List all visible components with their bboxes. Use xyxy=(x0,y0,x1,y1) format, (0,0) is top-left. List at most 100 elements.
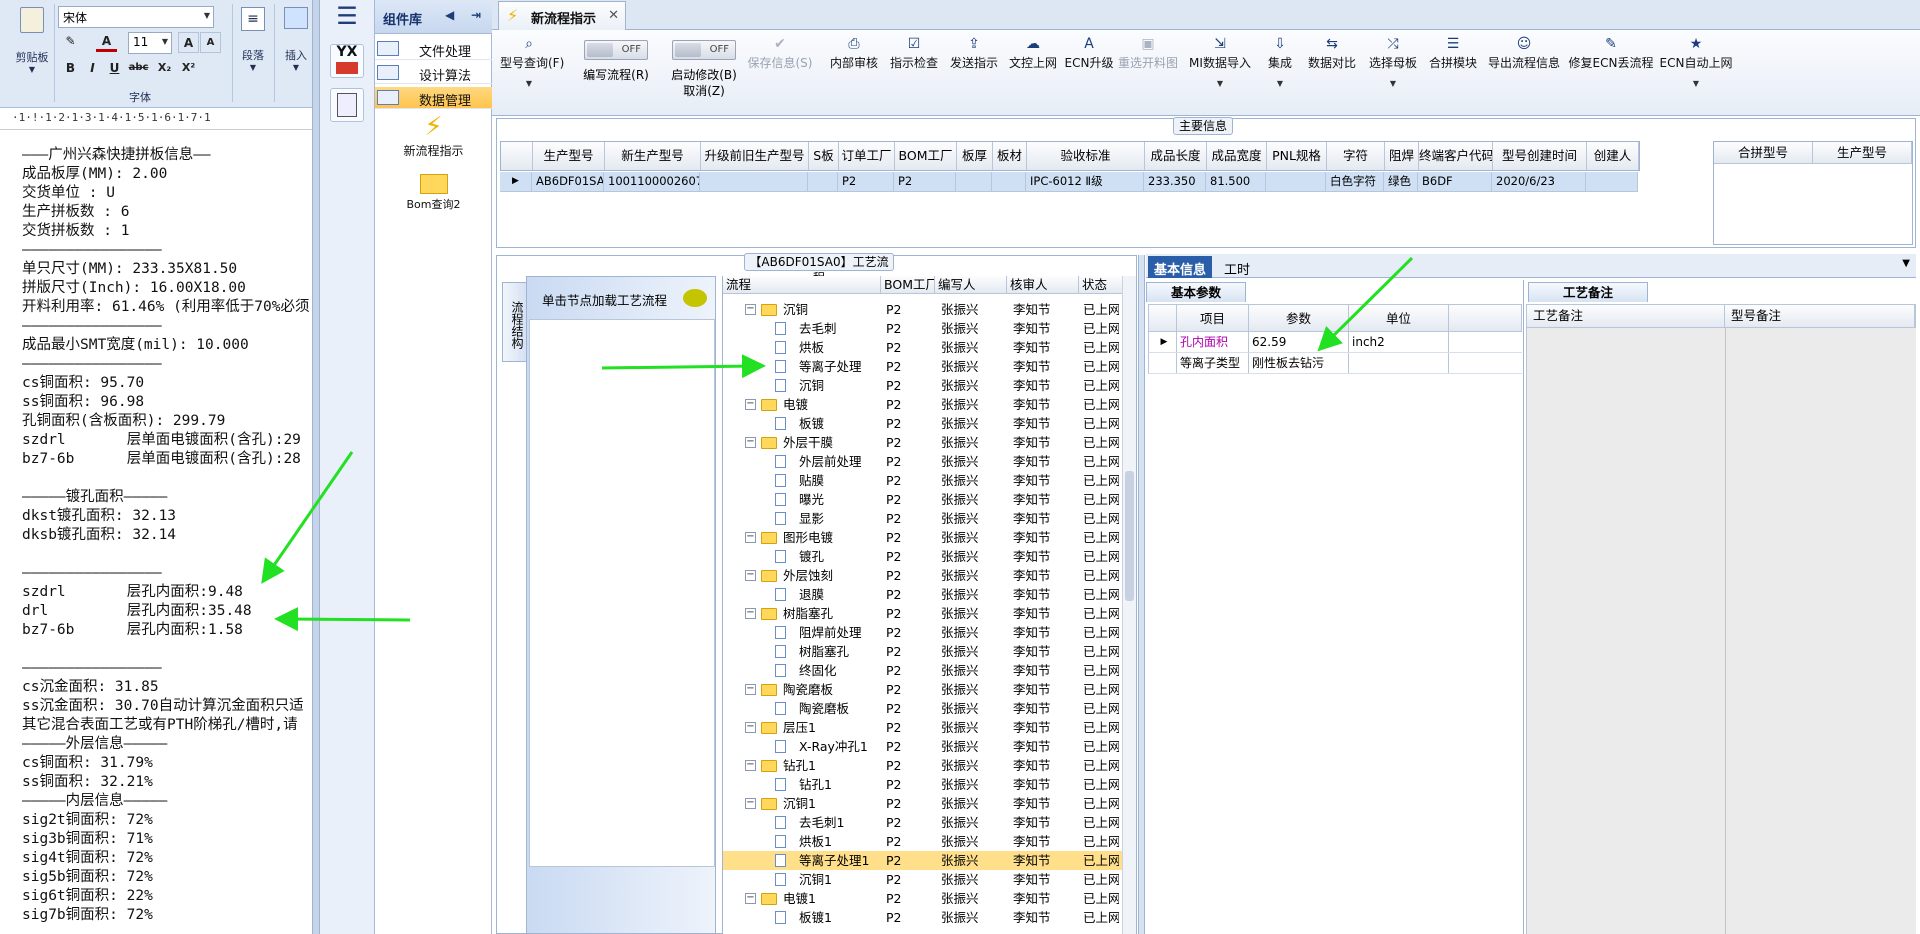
tree-row[interactable]: − 外层干膜 P2 张振兴 李知节 已上网 xyxy=(723,433,1136,452)
underline-button[interactable]: U xyxy=(104,58,125,79)
close-icon[interactable]: ✕ xyxy=(608,8,619,23)
tree-row[interactable]: − 电镀 P2 张振兴 李知节 已上网 xyxy=(723,395,1136,414)
collapse-icon[interactable]: − xyxy=(745,798,756,809)
toolbar-button-7[interactable]: ▣ 重选开料图 xyxy=(1118,34,1178,104)
main-info-col[interactable]: 型号创建时间 xyxy=(1493,142,1587,170)
collapse-icon[interactable]: − xyxy=(745,437,756,448)
pen-icon[interactable]: ✎ xyxy=(60,31,81,52)
toolbar-button-3[interactable]: ☑ 指示检查 xyxy=(886,34,942,104)
tree-row[interactable]: 等离子处理1 P2 张振兴 李知节 已上网 xyxy=(723,851,1136,870)
main-info-col[interactable]: 新生产型号 xyxy=(605,142,701,170)
collapse-left-icon[interactable]: ◀ xyxy=(445,8,454,22)
grow-font-button[interactable]: A xyxy=(178,32,199,53)
tree-row[interactable]: 板镀1 P2 张振兴 李知节 已上网 xyxy=(723,908,1136,927)
main-info-col[interactable]: 升级前旧生产型号 xyxy=(701,142,809,170)
tree-col[interactable]: BOM工厂 xyxy=(881,276,935,293)
font-size-combo[interactable]: 11 xyxy=(128,32,172,54)
toolbar-button-2[interactable]: ⎙ 内部审核 xyxy=(826,34,882,104)
shrink-font-button[interactable]: A xyxy=(200,32,221,53)
toolbar-button-6[interactable]: A ECN升级 xyxy=(1064,34,1114,104)
logo-tool-icon[interactable]: YX xyxy=(330,44,364,78)
main-info-col[interactable]: 订单工厂 xyxy=(839,142,895,170)
toggle-start-edit[interactable]: OFF xyxy=(672,40,736,60)
tree-row[interactable]: 等离子处理 P2 张振兴 李知节 已上网 xyxy=(723,357,1136,376)
toolbar-button-8[interactable]: ⇲ MI数据导入 ▼ xyxy=(1184,34,1256,104)
tree-row[interactable]: 去毛刺1 P2 张振兴 李知节 已上网 xyxy=(723,813,1136,832)
tree-row[interactable]: 沉铜1 P2 张振兴 李知节 已上网 xyxy=(723,870,1136,889)
main-info-col[interactable]: 成品宽度 xyxy=(1207,142,1267,170)
tree-col[interactable]: 核审人 xyxy=(1007,276,1079,293)
tree-row[interactable]: − 钻孔1 P2 张振兴 李知节 已上网 xyxy=(723,756,1136,775)
complib-item-data[interactable]: 数据管理 xyxy=(375,87,492,109)
collapse-icon[interactable]: − xyxy=(745,608,756,619)
merge-col-merge-model[interactable]: 合拼型号 xyxy=(1714,142,1813,163)
tree-row[interactable]: − 树脂塞孔 P2 张振兴 李知节 已上网 xyxy=(723,604,1136,623)
tab-basic-info[interactable]: 基本信息 xyxy=(1148,256,1213,278)
tree-scrollbar[interactable] xyxy=(1122,276,1136,934)
tree-row[interactable]: 陶瓷磨板 P2 张振兴 李知节 已上网 xyxy=(723,699,1136,718)
param-value[interactable]: 62.59 xyxy=(1249,332,1349,352)
strike-button[interactable]: abc xyxy=(128,58,149,79)
tool-new-flow[interactable]: ⚡ 新流程指示 xyxy=(375,112,492,159)
tree-row[interactable]: X-Ray冲孔1 P2 张振兴 李知节 已上网 xyxy=(723,737,1136,756)
toolbar-button-11[interactable]: ⤮ 选择母板 ▼ xyxy=(1364,34,1422,104)
collapse-icon[interactable]: − xyxy=(745,760,756,771)
speech-bubble-icon[interactable] xyxy=(683,289,707,307)
tree-row[interactable]: 去毛刺 P2 张振兴 李知节 已上网 xyxy=(723,319,1136,338)
notes-body[interactable] xyxy=(1526,328,1916,934)
toolbar-button-14[interactable]: ✎ 修复ECN丢流程 xyxy=(1568,34,1654,104)
tree-row[interactable]: − 层压1 P2 张振兴 李知节 已上网 xyxy=(723,718,1136,737)
complib-item-design[interactable]: 设计算法 xyxy=(375,62,492,84)
tree-row[interactable]: 树脂塞孔 P2 张振兴 李知节 已上网 xyxy=(723,642,1136,661)
tree-col[interactable]: 流程 xyxy=(723,276,881,293)
tree-row[interactable]: 外层前处理 P2 张振兴 李知节 已上网 xyxy=(723,452,1136,471)
tree-row[interactable]: 镀孔 P2 张振兴 李知节 已上网 xyxy=(723,547,1136,566)
notes-col-process[interactable]: 工艺备注 xyxy=(1527,305,1725,327)
superscript-button[interactable]: X² xyxy=(178,58,199,79)
toolbar-button-5[interactable]: ☁ 文控上网 xyxy=(1006,34,1060,104)
tree-row[interactable]: 曝光 P2 张振兴 李知节 已上网 xyxy=(723,490,1136,509)
pin-icon[interactable]: ⇥ xyxy=(471,8,481,22)
tree-row[interactable]: − 电镀1 P2 张振兴 李知节 已上网 xyxy=(723,889,1136,908)
tab-hours[interactable]: 工时 xyxy=(1218,256,1256,278)
bold-button[interactable]: B xyxy=(60,58,81,79)
main-info-col[interactable]: 成品长度 xyxy=(1145,142,1207,170)
tree-row[interactable]: − 图形电镀 P2 张振兴 李知节 已上网 xyxy=(723,528,1136,547)
main-info-row[interactable]: ▶AB6DF01SA010011000026079 P2P2 IPC-6012 Ⅱ级… xyxy=(500,172,1638,192)
font-name-combo[interactable]: 宋体 xyxy=(58,6,214,28)
toolbar-button-9[interactable]: ⇩ 集成 ▼ xyxy=(1260,34,1300,104)
tree-row[interactable]: 烘板1 P2 张振兴 李知节 已上网 xyxy=(723,832,1136,851)
notes-col-model[interactable]: 型号备注 xyxy=(1725,305,1915,327)
main-info-col[interactable]: 阻焊 xyxy=(1385,142,1419,170)
tree-row[interactable]: 沉铜 P2 张振兴 李知节 已上网 xyxy=(723,376,1136,395)
tree-row[interactable]: − 陶瓷磨板 P2 张振兴 李知节 已上网 xyxy=(723,680,1136,699)
paste-button[interactable]: 剪贴板 ▼ xyxy=(14,6,50,74)
scroll-thumb[interactable] xyxy=(1125,471,1134,601)
toolbar-button-12[interactable]: ☰ 合拼模块 xyxy=(1426,34,1480,104)
tree-col[interactable]: 编写人 xyxy=(935,276,1007,293)
tab-process-notes[interactable]: 工艺备注 xyxy=(1528,282,1648,302)
param-row[interactable]: ▶ 孔内面积 62.59 inch2 xyxy=(1148,332,1522,353)
main-info-col[interactable]: 板材 xyxy=(993,142,1027,170)
param-value[interactable]: 刚性板去钻污 xyxy=(1249,353,1349,373)
main-info-col[interactable]: 终端客户代码 xyxy=(1419,142,1493,170)
toolbar-button-0[interactable]: ⌕ 型号查询(F) ▼ xyxy=(500,34,564,104)
param-col-unit[interactable]: 单位 xyxy=(1349,305,1449,331)
splitter[interactable] xyxy=(312,0,320,934)
tree-row[interactable]: 阻焊前处理 P2 张振兴 李知节 已上网 xyxy=(723,623,1136,642)
main-info-col[interactable]: PNL规格 xyxy=(1267,142,1327,170)
tree-row[interactable]: − 沉铜1 P2 张振兴 李知节 已上网 xyxy=(723,794,1136,813)
tool-bom-query[interactable]: Bom查询2 xyxy=(375,170,492,212)
subscript-button[interactable]: X₂ xyxy=(154,58,175,79)
hamburger-menu-icon[interactable]: ☰ xyxy=(332,4,362,28)
param-row[interactable]: 等离子类型 刚性板去钻污 xyxy=(1148,353,1522,374)
main-info-col[interactable]: 创建人 xyxy=(1587,142,1639,170)
tree-row[interactable]: 终固化 P2 张振兴 李知节 已上网 xyxy=(723,661,1136,680)
tree-row[interactable]: − 外层蚀刻 P2 张振兴 李知节 已上网 xyxy=(723,566,1136,585)
toolbar-button-15[interactable]: ★ ECN自动上网 ▼ xyxy=(1658,34,1734,104)
main-info-col[interactable]: 验收标准 xyxy=(1027,142,1145,170)
tab-basic-params[interactable]: 基本参数 xyxy=(1146,282,1246,302)
toolbar-button-4[interactable]: ⇪ 发送指示 xyxy=(946,34,1002,104)
collapse-icon[interactable]: − xyxy=(745,893,756,904)
load-panel-list[interactable] xyxy=(529,319,715,867)
